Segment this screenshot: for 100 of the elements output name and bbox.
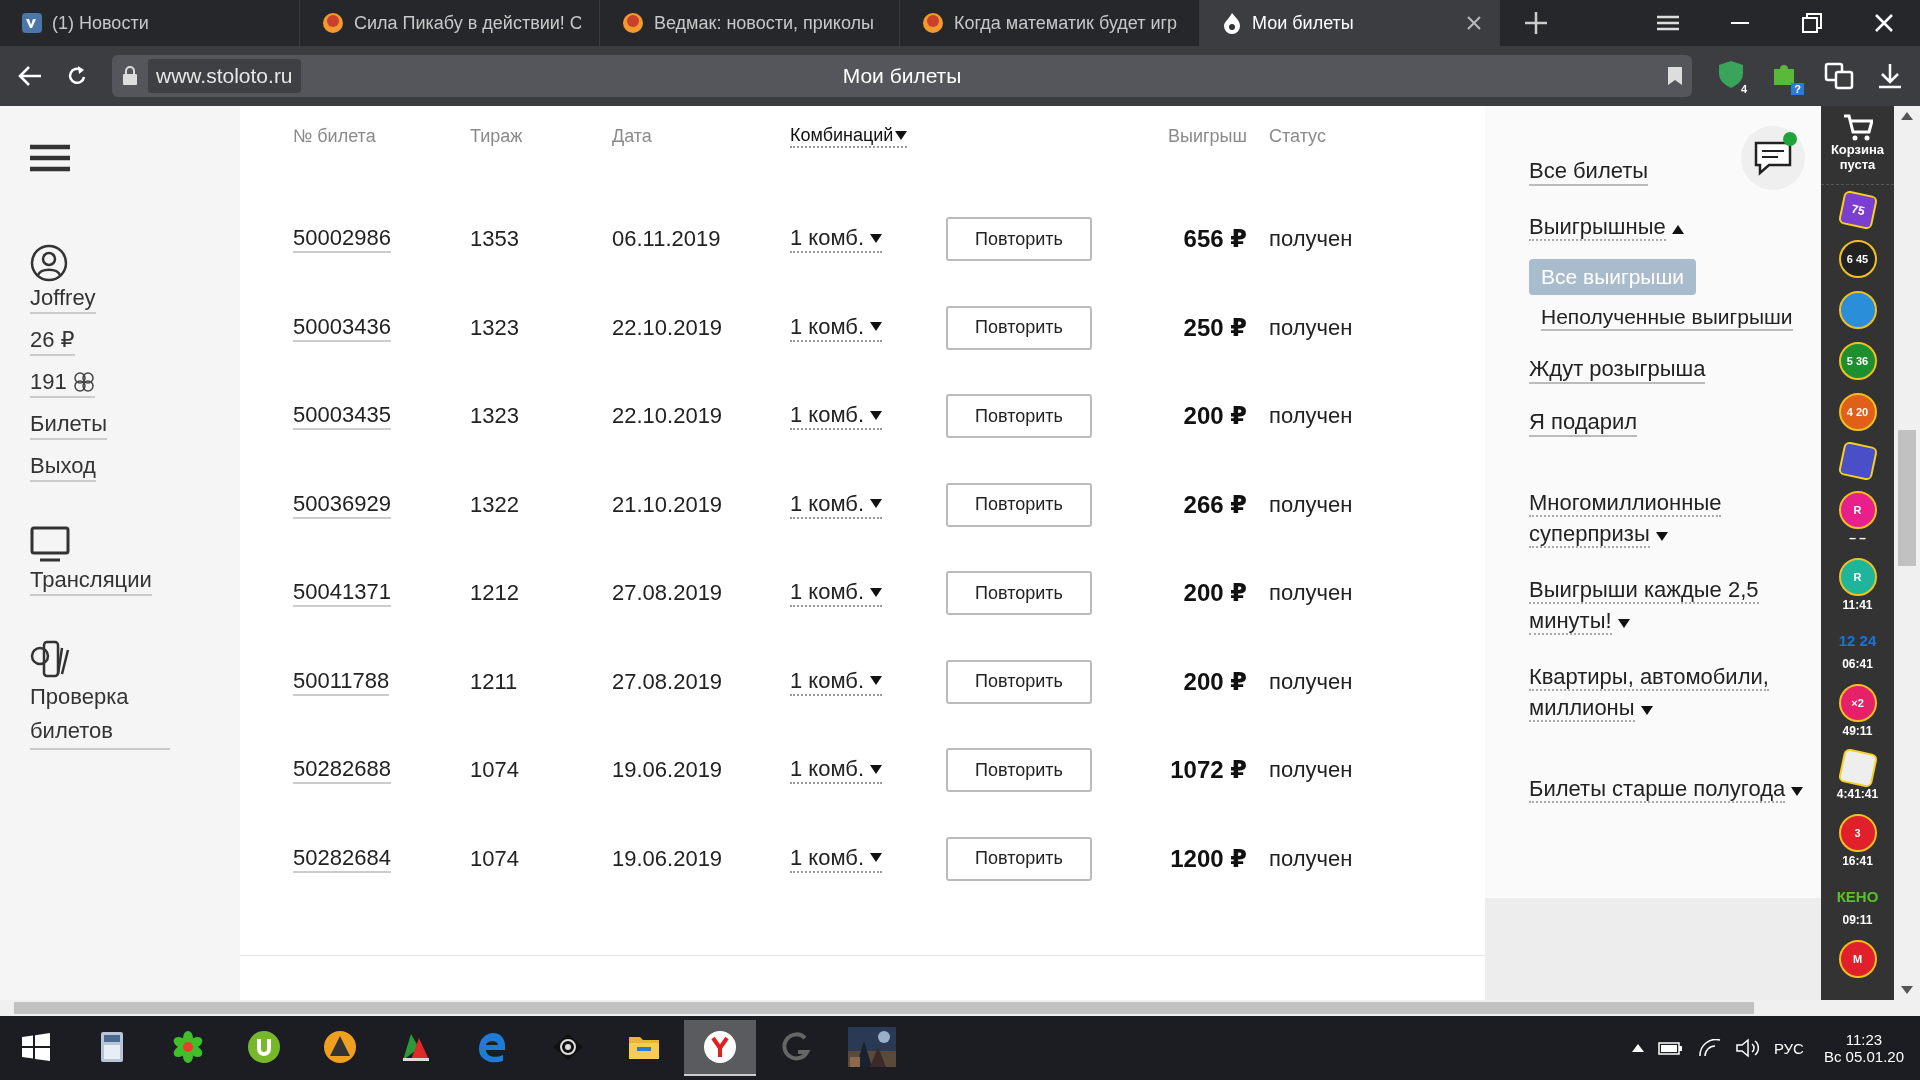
scrollbar-thumb[interactable] [14, 1002, 1754, 1014]
combinations-dropdown[interactable]: 1 комб. [790, 756, 883, 785]
clover-icon [72, 371, 95, 393]
date-cell: 27.08.2019 [612, 580, 723, 607]
combinations-dropdown[interactable]: 1 комб. [790, 667, 883, 696]
broadcasts-link[interactable]: Трансляции [30, 566, 152, 596]
repeat-button[interactable]: Повторить [946, 571, 1092, 616]
repeat-button[interactable]: Повторить [946, 482, 1092, 527]
filter-toggle[interactable]: Билеты старше полугода [1529, 773, 1804, 804]
filter-toggle[interactable]: Многомиллионные суперпризы [1529, 487, 1809, 549]
taskbar-app[interactable] [684, 1020, 756, 1076]
sidebar-link[interactable]: Выход [30, 452, 96, 482]
status-cell-text: получен [1269, 580, 1354, 607]
filter-toggle[interactable]: Выигрышные [1529, 211, 1684, 242]
minimize-icon[interactable] [1731, 21, 1749, 25]
bookmark-icon[interactable] [1668, 67, 1682, 85]
status-cell-text: получен [1269, 668, 1354, 695]
bonus-link[interactable]: 191 [30, 368, 95, 398]
reload-icon[interactable] [66, 65, 88, 87]
column-header: Выигрыш [1168, 125, 1247, 147]
repeat-button[interactable]: Повторить [946, 394, 1092, 439]
date-cell: 22.10.2019 [612, 403, 723, 430]
filter-toggle[interactable]: Квартиры, автомобили, миллионы [1529, 661, 1809, 723]
filter-toggle[interactable]: Выигрыши каждые 2,5 минуты! [1529, 574, 1809, 636]
address-bar[interactable]: www.stoloto.ru Мои билеты [112, 55, 1692, 97]
ticket-number-link[interactable]: 50011788 [293, 667, 390, 696]
download-icon[interactable] [1878, 63, 1902, 89]
combinations-dropdown[interactable]: 1 комб. [790, 225, 883, 254]
scrollbar-thumb[interactable] [1898, 430, 1916, 566]
draw-timer: – – [1849, 531, 1866, 545]
browser-tab[interactable]: Мои билеты [1200, 0, 1500, 46]
repeat-button[interactable]: Повторить [946, 217, 1092, 262]
notification-dot [1783, 132, 1797, 146]
repeat-button[interactable]: Повторить [946, 305, 1092, 350]
plus-icon[interactable] [1525, 12, 1547, 34]
back-icon[interactable] [18, 66, 42, 86]
chat-icon [1753, 140, 1793, 176]
page-title: Мои билеты [842, 64, 962, 88]
lottery-logo: КЕНО [1836, 886, 1879, 907]
draw-timer: 06:41 [1842, 657, 1873, 671]
user-icon[interactable] [30, 244, 68, 282]
prize-amount: 656 ₽ [1183, 225, 1247, 254]
ticket-number-link[interactable]: 50041371 [293, 579, 391, 608]
scroll-up-icon[interactable] [1901, 112, 1913, 120]
filter-option[interactable]: Неполученные выигрыши [1541, 305, 1793, 331]
combinations-dropdown[interactable]: 1 комб. [790, 402, 883, 431]
lottery-ball-icon: M [1838, 940, 1877, 978]
draw-timer: 4:41:41 [1836, 787, 1879, 801]
scroll-down-icon[interactable] [1901, 986, 1913, 994]
caret-icon [870, 676, 883, 686]
caret-up-icon[interactable] [1631, 1044, 1644, 1052]
wifi-icon[interactable] [1697, 1039, 1722, 1057]
speaker-icon[interactable] [1735, 1038, 1760, 1058]
language-indicator[interactable]: РУС [1773, 1039, 1804, 1057]
status-cell-text: получен [1269, 226, 1354, 253]
lottery-ball-icon: 6 45 [1838, 240, 1877, 278]
draw-cell: 1322 [470, 491, 519, 518]
battery-icon[interactable] [1657, 1040, 1684, 1056]
repeat-button[interactable]: Повторить [946, 659, 1092, 704]
check-tickets-link[interactable]: Проверка билетов [30, 680, 170, 750]
status-cell-text: получен [1269, 757, 1354, 784]
draw-cell: 1212 [470, 580, 519, 607]
caret-icon [870, 587, 883, 597]
clock[interactable]: 11:23 Вс 05.01.20 [1823, 1031, 1904, 1065]
caret-icon [870, 764, 883, 774]
torrent-icon [247, 1030, 281, 1064]
lottery-logo: 12 24 [1838, 630, 1877, 651]
ticket-number-link[interactable]: 50003436 [293, 313, 391, 342]
combinations-dropdown[interactable]: 1 комб. [790, 579, 883, 608]
menu-icon[interactable] [30, 144, 70, 172]
combinations-dropdown[interactable]: 1 комб. [790, 844, 883, 873]
sidebar-link[interactable]: Билеты [30, 410, 107, 440]
cube-icon: 75 [1837, 189, 1878, 231]
sort-header[interactable]: Комбинаций [790, 124, 908, 148]
cookie-icon [622, 12, 644, 34]
prize-amount: 200 ₽ [1183, 667, 1247, 696]
filter-link[interactable]: Ждут розыгрыша [1529, 356, 1706, 384]
username-link[interactable]: Joffrey [30, 284, 96, 314]
combinations-dropdown[interactable]: 1 комб. [790, 313, 883, 342]
ticket-number-link[interactable]: 50282684 [293, 844, 391, 873]
date-cell: 06.11.2019 [612, 226, 721, 253]
repeat-button[interactable]: Повторить [946, 836, 1092, 881]
column-header: № билета [293, 125, 376, 147]
ticket-number-link[interactable]: 50036929 [293, 490, 391, 519]
balance-link[interactable]: 26 ₽ [30, 326, 75, 356]
caret-icon [895, 130, 908, 140]
filter-link[interactable]: Все билеты [1529, 158, 1649, 186]
ticket-number-link[interactable]: 50003435 [293, 402, 391, 431]
ticket-number-link[interactable]: 50002986 [293, 225, 391, 254]
prize-amount: 250 ₽ [1183, 313, 1247, 342]
restore-icon[interactable] [1802, 13, 1822, 33]
combinations-dropdown[interactable]: 1 комб. [790, 490, 883, 519]
repeat-button[interactable]: Повторить [946, 748, 1092, 793]
prize-amount: 266 ₽ [1183, 490, 1247, 519]
filter-link[interactable]: Я подарил [1529, 409, 1638, 437]
ticket-number-link[interactable]: 50282688 [293, 756, 391, 785]
translate-icon[interactable] [1824, 62, 1854, 90]
column-header: Тираж [470, 125, 523, 147]
caret-icon [870, 322, 883, 332]
cart-icon [1842, 114, 1873, 142]
